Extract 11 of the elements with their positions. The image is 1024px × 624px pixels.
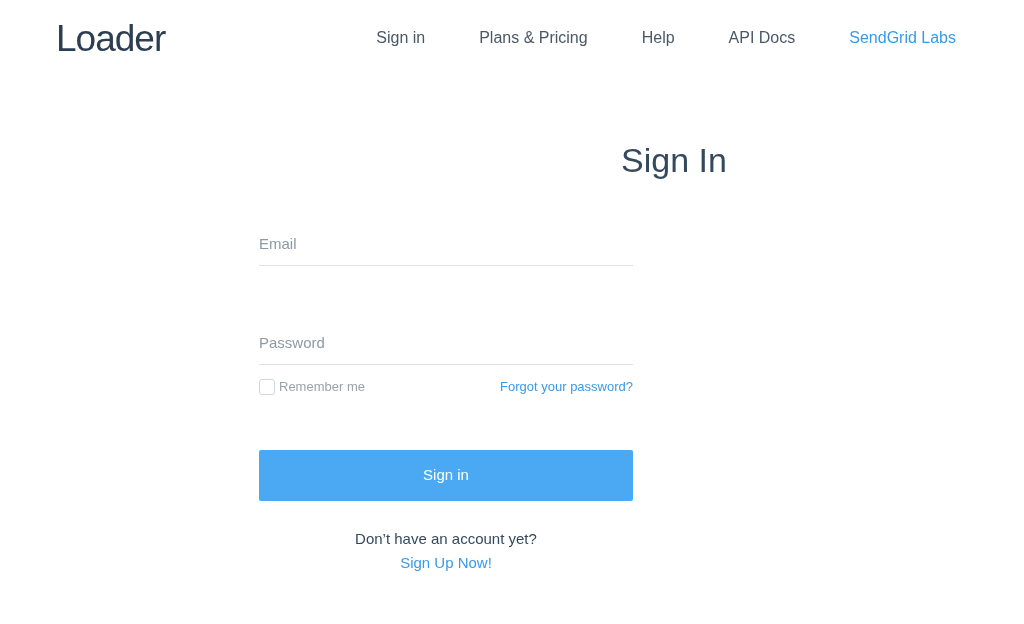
- nav-link[interactable]: Help: [641, 26, 675, 50]
- nav-link[interactable]: API Docs: [728, 26, 796, 50]
- checkbox[interactable]: [259, 378, 275, 395]
- logo[interactable]: Loader: [56, 19, 166, 57]
- input-field[interactable]: Password: [259, 318, 633, 365]
- checkbox-label: Remember me: [279, 378, 365, 396]
- nav-link[interactable]: Sign in: [376, 26, 426, 50]
- page-title: Sign In: [621, 140, 728, 181]
- nav-link[interactable]: Plans & Pricing: [479, 26, 588, 50]
- signup-prompt: Don’t have an account yet?: [354, 528, 538, 549]
- input-field[interactable]: Email: [259, 219, 633, 266]
